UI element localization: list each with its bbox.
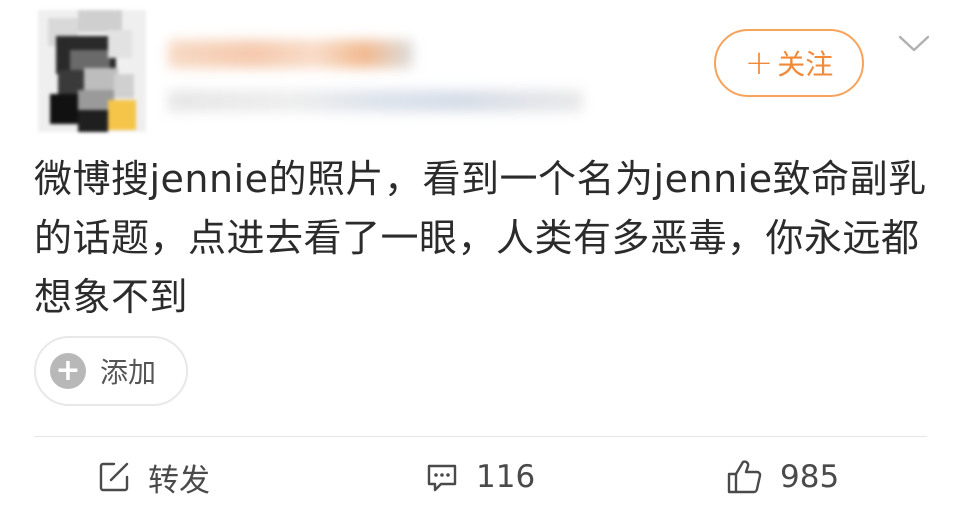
post-text: 微博搜jennie的照片，看到一个名为jennie致命副乳的话题，点进去看了一眼… [34,157,927,319]
add-circle-icon: + [50,353,86,389]
repost-button[interactable]: 转发 [96,455,210,499]
edit-square-icon [99,462,129,492]
post-meta-obscured [168,90,583,112]
add-tag-button[interactable]: + 添加 [34,336,188,406]
comment-bubble-icon [427,464,457,492]
comment-button[interactable]: 116 [424,455,535,499]
chevron-down-icon[interactable] [897,33,931,55]
divider [34,436,927,437]
username-obscured[interactable] [168,40,413,68]
avatar[interactable] [38,10,146,132]
repost-label: 转发 [148,462,210,499]
like-button[interactable]: 985 [724,455,839,499]
comment-count: 116 [476,459,536,495]
like-count: 985 [780,459,840,495]
follow-button[interactable]: + 关注 [714,29,864,97]
thumbs-up-icon [727,460,762,494]
plus-icon: + [744,43,774,83]
follow-button-label: 关注 [777,48,834,81]
add-tag-label: 添加 [100,356,157,389]
